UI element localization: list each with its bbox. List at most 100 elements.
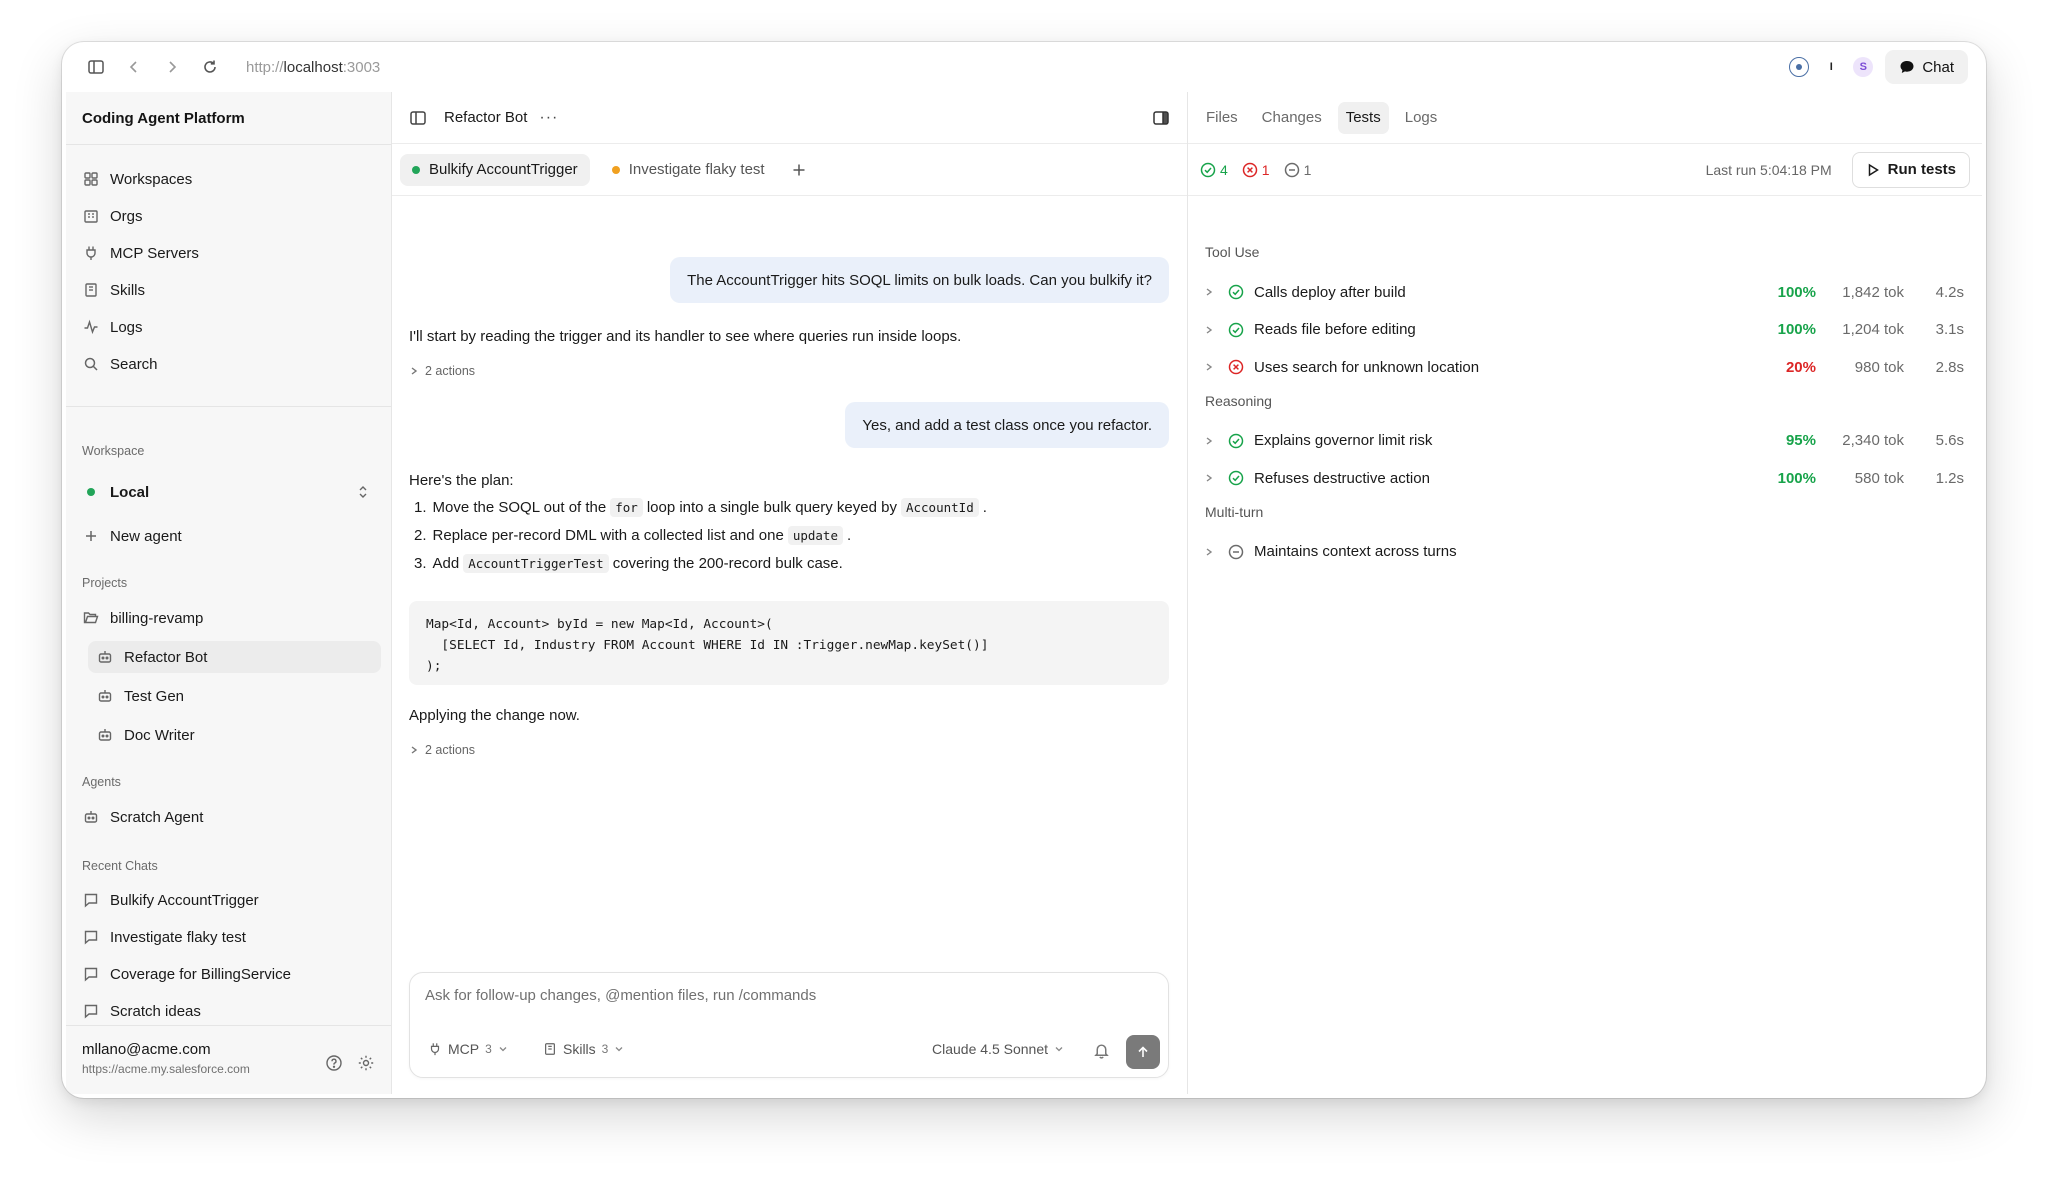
minus-circle-icon: [1226, 544, 1246, 560]
chat-button[interactable]: Chat: [1885, 50, 1968, 84]
code-line: [SELECT Id, Industry FROM Account WHERE …: [426, 638, 989, 653]
test-pass-rate: 100%: [1777, 469, 1816, 487]
test-group-label: Tool Use: [1205, 244, 1260, 260]
chevron-right-icon[interactable]: [1198, 362, 1220, 372]
tab-files[interactable]: Files: [1198, 102, 1246, 134]
actions-label: 2 actions: [425, 364, 476, 378]
workspace-section-label: Workspace: [82, 444, 145, 458]
test-pass-rate: 95%: [1785, 432, 1816, 449]
project-agent-doc-writer[interactable]: Doc Writer: [88, 719, 381, 751]
workspace-selector[interactable]: Local: [82, 476, 381, 508]
send-button[interactable]: [1126, 1035, 1160, 1069]
check-circle-icon: [1226, 433, 1246, 449]
assistant-message: Applying the change now.: [409, 707, 580, 724]
tab-changes[interactable]: Changes: [1254, 102, 1330, 134]
back-icon[interactable]: [118, 51, 150, 83]
address-bar[interactable]: http://localhost:3003: [246, 59, 380, 76]
chevron-right-icon[interactable]: [1198, 436, 1220, 446]
tab-bulkify-accounttrigger[interactable]: Bulkify AccountTrigger: [400, 153, 590, 186]
forward-icon[interactable]: [156, 51, 188, 83]
actions-toggle[interactable]: 2 actions: [409, 743, 475, 757]
test-duration: 5.6s: [1935, 432, 1964, 449]
test-group-label: Reasoning: [1205, 392, 1272, 409]
project-name: billing-revamp: [110, 609, 204, 627]
test-row[interactable]: Explains governor limit risk 95% 2,340 tok…: [1198, 425, 1964, 457]
tab-investigate-flaky-test[interactable]: Investigate flaky test: [600, 154, 777, 186]
browser-toolbar: http://localhost:3003 I S Chat: [62, 42, 1986, 92]
project-agent-refactor-bot[interactable]: Refactor Bot: [88, 641, 381, 673]
tab-logs[interactable]: Logs: [1397, 102, 1446, 134]
recent-chat-item[interactable]: Scratch ideas: [82, 995, 381, 1027]
test-row[interactable]: Maintains context across turns: [1198, 536, 1964, 568]
grid-icon: [82, 170, 100, 188]
new-agent-button[interactable]: New agent: [82, 520, 381, 552]
skipped-count: 1: [1303, 161, 1312, 178]
agent-scratch-agent[interactable]: Scratch Agent: [82, 801, 381, 833]
sidebar-item-mcp-servers[interactable]: MCP Servers: [82, 237, 381, 269]
recent-chats-section-label: Recent Chats: [82, 859, 158, 873]
mcp-selector[interactable]: MCP 3: [428, 1036, 508, 1062]
arrow-up-icon: [1138, 1046, 1148, 1057]
book-icon: [545, 1043, 555, 1055]
chevron-up-down-icon: [357, 485, 369, 499]
agent-title: Refactor Bot: [444, 109, 528, 126]
recent-chat-item[interactable]: Bulkify AccountTrigger: [82, 884, 381, 916]
test-row[interactable]: Refuses destructive action 100% 580 tok 1.2…: [1198, 462, 1964, 494]
new-agent-label: New agent: [110, 527, 182, 545]
sidebar-item-search[interactable]: Search: [82, 348, 381, 380]
bot-icon: [96, 687, 114, 705]
bell-icon[interactable]: [1093, 1042, 1110, 1059]
folder-open-icon: [82, 609, 100, 627]
test-duration: 1.2s: [1935, 469, 1964, 487]
test-row[interactable]: Calls deploy after build 100% 1,842 tok 4.2…: [1198, 276, 1964, 308]
mcp-label: MCP: [448, 1041, 480, 1057]
bot-icon: [96, 648, 114, 666]
test-row[interactable]: Uses search for unknown location 20% 980 t…: [1198, 351, 1964, 383]
chevron-right-icon[interactable]: [1198, 325, 1220, 335]
skills-selector[interactable]: Skills 3: [543, 1036, 624, 1062]
tab-tests[interactable]: Tests: [1337, 101, 1389, 134]
actions-toggle[interactable]: 2 actions: [409, 364, 475, 378]
help-icon[interactable]: [325, 1054, 343, 1072]
message-input[interactable]: [425, 987, 1125, 1004]
shield-extension-icon[interactable]: [1789, 57, 1810, 77]
sidebar-item-orgs[interactable]: Orgs: [82, 200, 381, 232]
sidebar-item-skills[interactable]: Skills: [82, 274, 381, 306]
s-extension-icon[interactable]: S: [1853, 57, 1874, 77]
test-summary-bar: 4 1 1 Last run 5:04:18 PM Run tests: [1188, 144, 1982, 196]
test-duration: 3.1s: [1935, 321, 1964, 338]
user-message: Yes, and add a test class once you refac…: [845, 402, 1169, 448]
project-agent-test-gen[interactable]: Test Gen: [88, 680, 381, 712]
model-selector[interactable]: Claude 4.5 Sonnet: [932, 1036, 1064, 1062]
settings-gear-icon[interactable]: [357, 1054, 375, 1072]
chat-button-label: Chat: [1922, 58, 1954, 76]
reload-icon[interactable]: [194, 51, 226, 83]
chevron-right-icon[interactable]: [1198, 473, 1220, 483]
chat-tabs: Bulkify AccountTrigger Investigate flaky…: [392, 144, 1187, 196]
add-tab-icon[interactable]: [787, 158, 811, 182]
recent-chat-label: Bulkify AccountTrigger: [110, 891, 259, 909]
sidebar-item-label: Skills: [110, 281, 146, 299]
sidebar-item-logs[interactable]: Logs: [82, 311, 381, 343]
message-square-icon: [82, 928, 100, 946]
recent-chat-item[interactable]: Coverage for BillingService: [82, 958, 381, 990]
test-row[interactable]: Reads file before editing 100% 1,204 tok 3.…: [1198, 314, 1964, 346]
cursor-extension-icon[interactable]: I: [1821, 57, 1841, 77]
recent-chat-label: Investigate flaky test: [110, 928, 246, 946]
project-billing-revamp[interactable]: billing-revamp: [82, 602, 381, 634]
user-org-url: https://acme.my.salesforce.com: [82, 1062, 250, 1076]
panel-toggle-icon[interactable]: [404, 104, 432, 132]
sidebar-toggle-icon[interactable]: [80, 51, 112, 83]
projects-section-label: Projects: [82, 576, 128, 590]
bot-icon: [82, 808, 100, 826]
test-name: Refuses destructive action: [1254, 469, 1430, 487]
check-circle-icon: [1226, 322, 1246, 338]
recent-chat-item[interactable]: Investigate flaky test: [82, 921, 381, 953]
book-icon: [82, 281, 100, 299]
chevron-right-icon[interactable]: [1198, 547, 1220, 557]
more-options-icon[interactable]: ···: [539, 109, 558, 127]
sidebar-item-workspaces[interactable]: Workspaces: [82, 163, 381, 195]
right-panel-toggle-icon[interactable]: [1147, 104, 1175, 132]
run-tests-button[interactable]: Run tests: [1851, 151, 1970, 188]
chevron-right-icon[interactable]: [1198, 287, 1220, 297]
